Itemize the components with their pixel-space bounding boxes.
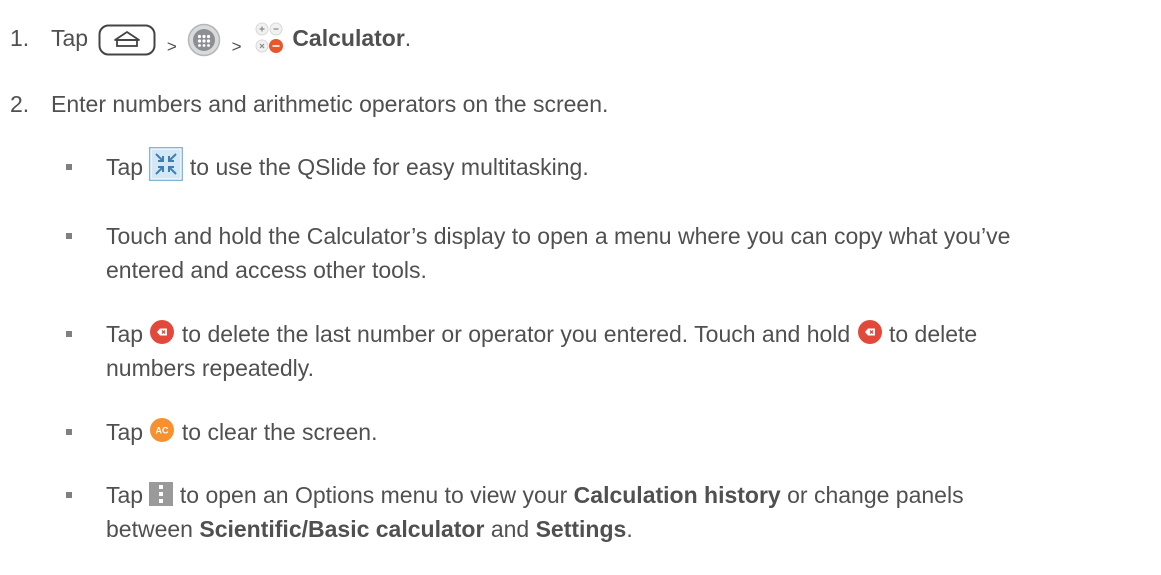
bullet-text: Tap xyxy=(106,419,144,445)
calculation-history-label: Calculation history xyxy=(573,482,781,508)
bullet-text: to open an Options menu to view your xyxy=(179,482,568,508)
menu-icon xyxy=(149,481,174,506)
step-number: 2. xyxy=(10,91,30,117)
settings-label: Settings xyxy=(535,516,627,542)
step-text: Enter numbers and arithmetic operators o… xyxy=(51,91,609,117)
delete-icon xyxy=(149,319,175,345)
delete-icon xyxy=(857,319,883,345)
step-text: Tap xyxy=(51,25,89,51)
apps-icon xyxy=(187,23,221,57)
bullet-text-line-2: numbers repeatedly. xyxy=(106,355,314,381)
bullet-clear: Tap AC to clear the screen. xyxy=(66,415,1146,451)
bullet-text: Tap xyxy=(106,321,144,347)
bullet-text-line-2: entered and access other tools. xyxy=(106,257,427,283)
bullet-text: Tap xyxy=(106,154,144,180)
bullet-marker xyxy=(66,492,72,498)
bullet-options: Tap to open an Options menu to view your… xyxy=(66,478,1146,550)
step-2: 2. Enter numbers and arithmetic operators… xyxy=(10,87,608,121)
step-number: 1. xyxy=(10,25,30,51)
all-clear-icon-label: AC xyxy=(156,425,169,435)
bullet-display: Touch and hold the Calculator’s display … xyxy=(66,219,1146,289)
separator: > xyxy=(166,37,177,56)
bullet-marker xyxy=(66,331,72,337)
bullet-marker xyxy=(66,233,72,239)
calculator-app-icon xyxy=(252,22,286,58)
separator: > xyxy=(231,37,242,56)
bullet-marker xyxy=(66,429,72,435)
bullet-text: to clear the screen. xyxy=(181,419,378,445)
bullet-text: to delete the last number or operator yo… xyxy=(181,321,851,347)
step-1: 1. Tap > > Calculator. xyxy=(10,21,411,64)
bullet-text: to use the QSlide for easy multitasking. xyxy=(189,154,589,180)
bullet-text: to delete xyxy=(888,321,978,347)
calculator-app-name: Calculator xyxy=(292,25,405,51)
all-clear-icon: AC xyxy=(149,417,175,443)
scientific-basic-label: Scientific/Basic calculator xyxy=(199,516,485,542)
bullet-marker xyxy=(66,164,72,170)
period: . xyxy=(404,25,412,51)
bullet-text: or change panels xyxy=(787,482,964,508)
bullet-text: Tap xyxy=(106,482,144,508)
period: . xyxy=(626,516,633,542)
bullet-delete: Tap to delete the last number or operato… xyxy=(66,317,1146,387)
bullet-qslide: Tap to use the QSlide for easy multitask… xyxy=(66,146,1146,186)
home-key-icon xyxy=(98,24,156,56)
bullet-text: and xyxy=(490,516,530,542)
bullet-text-line-1: Touch and hold the Calculator’s display … xyxy=(106,223,1011,249)
qslide-icon xyxy=(149,146,184,182)
bullet-text: between xyxy=(106,516,193,542)
